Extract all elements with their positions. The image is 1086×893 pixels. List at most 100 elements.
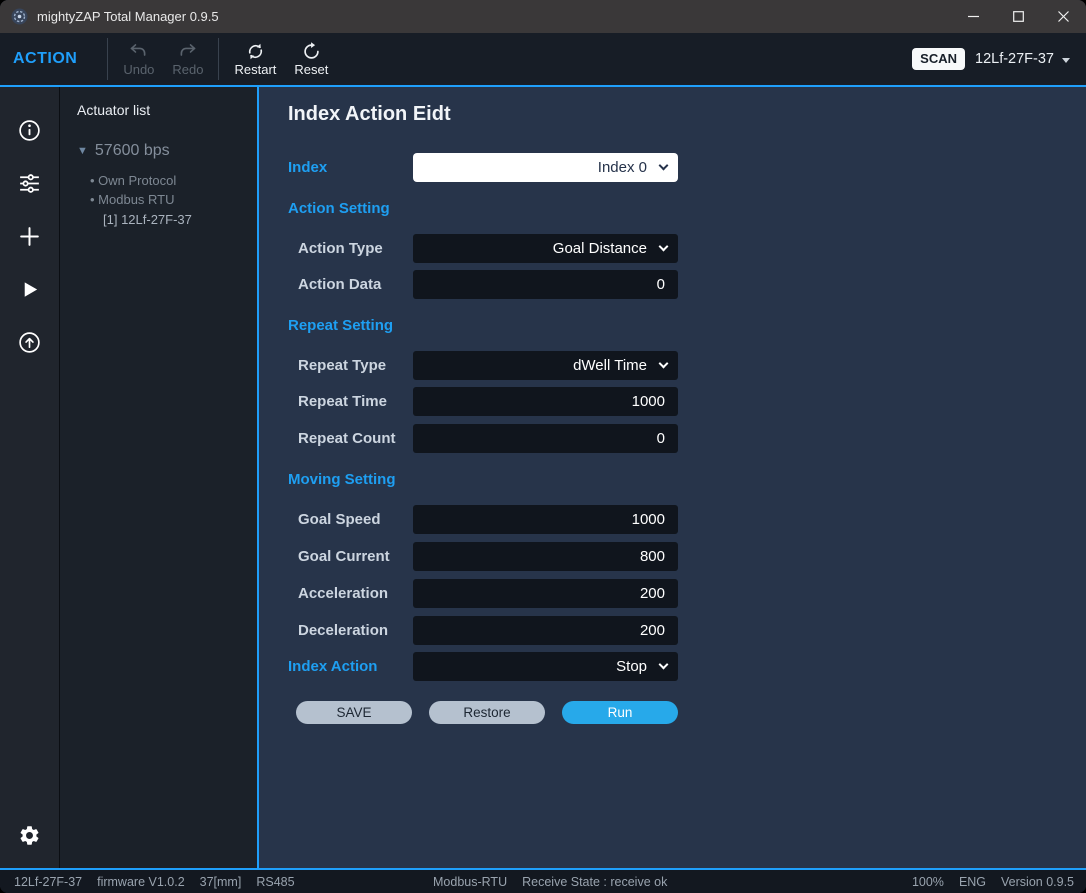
chevron-down-icon (659, 242, 669, 252)
repeat-type-label: Repeat Type (288, 357, 413, 374)
sidebar-item-upload[interactable] (17, 329, 43, 355)
collapse-triangle-icon: ▼ (77, 145, 88, 157)
maximize-icon (1013, 11, 1024, 22)
statusbar-center-group: Modbus-RTU Receive State : receive ok (433, 875, 667, 889)
form-button-row: SAVE Restore Run (296, 701, 1086, 724)
sidebar-item-add[interactable] (17, 223, 43, 249)
sliders-icon (17, 171, 42, 196)
page-title: Index Action Eidt (288, 101, 1086, 128)
goal-speed-label: Goal Speed (288, 511, 413, 528)
goal-speed-input[interactable] (413, 505, 678, 534)
status-firmware: firmware V1.0.2 (97, 875, 185, 889)
icon-sidebar (0, 87, 60, 868)
play-icon (18, 278, 41, 301)
repeat-type-row: Repeat Type dWell Time (288, 351, 1086, 380)
status-interface: RS485 (256, 875, 294, 889)
sidebar-item-preferences[interactable] (17, 822, 43, 848)
titlebar: mightyZAP Total Manager 0.9.5 (0, 0, 1086, 33)
app-logo-icon (11, 8, 28, 25)
device-node[interactable]: [1] 12Lf-27F-37 (103, 210, 257, 229)
sidebar-item-info[interactable] (17, 117, 43, 143)
app-window: mightyZAP Total Manager 0.9.5 ACTION Und… (0, 0, 1086, 893)
run-button[interactable]: Run (562, 701, 678, 724)
index-select-value: Index 0 (598, 159, 647, 176)
protocol-node-modbus[interactable]: Modbus RTU (90, 190, 257, 209)
goal-current-row: Goal Current (288, 542, 1086, 571)
action-data-row: Action Data (288, 270, 1086, 299)
sidebar-item-settings[interactable] (17, 170, 43, 196)
save-button[interactable]: SAVE (296, 701, 412, 724)
index-select[interactable]: Index 0 (413, 153, 678, 182)
close-button[interactable] (1041, 0, 1086, 33)
actuator-list-title: Actuator list (77, 102, 257, 118)
undo-button[interactable]: Undo (114, 33, 163, 85)
chevron-down-icon (659, 359, 669, 369)
action-data-label: Action Data (288, 276, 413, 293)
action-type-value: Goal Distance (553, 240, 647, 257)
action-setting-title: Action Setting (288, 199, 1086, 219)
repeat-count-row: Repeat Count (288, 424, 1086, 453)
deceleration-row: Deceleration (288, 616, 1086, 645)
reset-icon (301, 41, 322, 62)
redo-label: Redo (172, 63, 203, 77)
maximize-button[interactable] (996, 0, 1041, 33)
toolbar: ACTION Undo Redo Restart (0, 33, 1086, 85)
sidebar-item-run[interactable] (17, 276, 43, 302)
scan-button[interactable]: SCAN (912, 48, 965, 70)
index-action-label: Index Action (288, 658, 413, 675)
acceleration-row: Acceleration (288, 579, 1086, 608)
repeat-setting-title: Repeat Setting (288, 316, 1086, 336)
baud-rate-node[interactable]: ▼ 57600 bps (77, 142, 257, 160)
redo-icon (177, 41, 198, 62)
chevron-down-icon (659, 660, 669, 670)
chevron-down-icon (659, 161, 669, 171)
index-action-edit-panel: Index Action Eidt Index Index 0 Action S… (259, 87, 1086, 868)
info-icon (17, 118, 42, 143)
restart-button[interactable]: Restart (225, 33, 285, 85)
repeat-time-input[interactable] (413, 387, 678, 416)
goal-speed-row: Goal Speed (288, 505, 1086, 534)
status-percent: 100% (912, 875, 944, 889)
window-title: mightyZAP Total Manager 0.9.5 (37, 9, 951, 24)
action-data-input[interactable] (413, 270, 678, 299)
index-row: Index Index 0 (288, 153, 1086, 182)
goal-current-input[interactable] (413, 542, 678, 571)
index-action-select[interactable]: Stop (413, 652, 678, 681)
status-stroke: 37[mm] (200, 875, 242, 889)
index-label: Index (288, 159, 413, 176)
protocol-node-own[interactable]: Own Protocol (90, 171, 257, 190)
moving-setting-title: Moving Setting (288, 470, 1086, 490)
device-selector-dropdown[interactable]: 12Lf-27F-37 (975, 51, 1070, 67)
chevron-down-icon (1062, 58, 1070, 63)
status-language: ENG (959, 875, 986, 889)
action-type-label: Action Type (288, 240, 413, 257)
deceleration-input[interactable] (413, 616, 678, 645)
repeat-type-select[interactable]: dWell Time (413, 351, 678, 380)
mode-label: ACTION (13, 50, 77, 68)
repeat-count-input[interactable] (413, 424, 678, 453)
statusbar-right-group: 100% ENG Version 0.9.5 (912, 875, 1074, 889)
app-body: Actuator list ▼ 57600 bps Own Protocol M… (0, 87, 1086, 868)
restart-icon (245, 41, 266, 62)
redo-button[interactable]: Redo (163, 33, 212, 85)
status-receive-state: Receive State : receive ok (522, 875, 667, 889)
goal-current-label: Goal Current (288, 548, 413, 565)
reset-button[interactable]: Reset (285, 33, 337, 85)
repeat-count-label: Repeat Count (288, 430, 413, 447)
repeat-time-label: Repeat Time (288, 393, 413, 410)
baud-rate-label: 57600 bps (95, 142, 170, 160)
toolbar-divider (107, 38, 108, 80)
undo-icon (128, 41, 149, 62)
deceleration-label: Deceleration (288, 622, 413, 639)
repeat-time-row: Repeat Time (288, 387, 1086, 416)
reset-label: Reset (294, 63, 328, 77)
plus-icon (17, 224, 42, 249)
statusbar-left-group: 12Lf-27F-37 firmware V1.0.2 37[mm] RS485 (14, 875, 295, 889)
action-type-select[interactable]: Goal Distance (413, 234, 678, 263)
actuator-list-panel: Actuator list ▼ 57600 bps Own Protocol M… (60, 87, 257, 868)
index-action-value: Stop (616, 658, 647, 675)
restore-button[interactable]: Restore (429, 701, 545, 724)
minimize-button[interactable] (951, 0, 996, 33)
toolbar-right-group: SCAN 12Lf-27F-37 (912, 48, 1070, 70)
acceleration-input[interactable] (413, 579, 678, 608)
